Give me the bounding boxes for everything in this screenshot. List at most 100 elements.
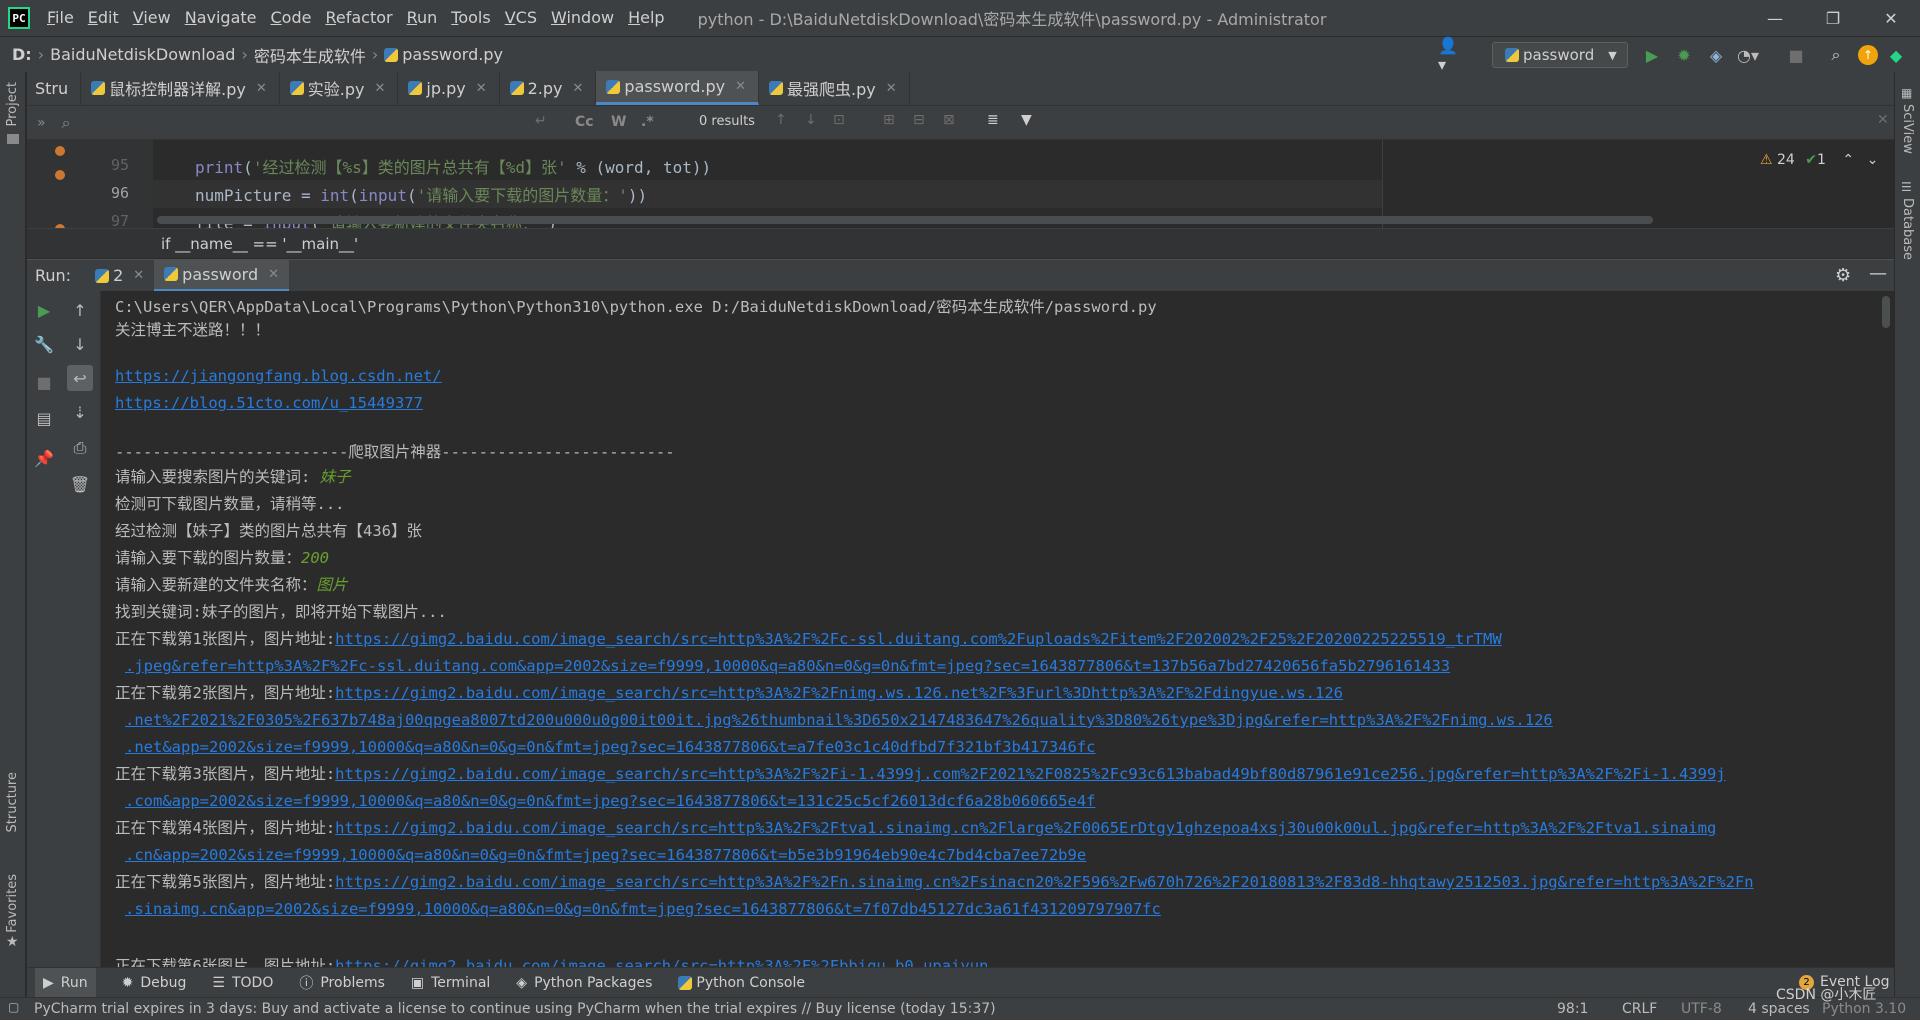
download-link[interactable]: .net&app=2002&size=f9999,10000&q=a80&n=0… <box>125 736 1096 758</box>
profile-icon[interactable]: ◔▾ <box>1737 45 1759 65</box>
menu-window[interactable]: Window <box>544 0 621 36</box>
close-icon[interactable]: ✕ <box>886 81 897 96</box>
download-link[interactable]: .cn&app=2002&size=f9999,10000&q=a80&n=0&… <box>125 844 1086 866</box>
wrench-icon[interactable]: 🔧 <box>33 333 55 355</box>
breakpoint-icon[interactable] <box>55 146 65 156</box>
breakpoint-icon[interactable] <box>55 170 65 180</box>
minimize-button[interactable]: — <box>1746 0 1804 36</box>
console-link[interactable]: https://blog.51cto.com/u_15449377 <box>115 392 423 414</box>
add-occurrence-icon[interactable]: ⊞ <box>883 112 895 128</box>
gear-icon[interactable]: ⚙ <box>1835 265 1851 286</box>
menu-vcs[interactable]: VCS <box>498 0 544 36</box>
menu-code[interactable]: Code <box>264 0 319 36</box>
update-icon[interactable]: ↑ <box>1858 45 1878 65</box>
breadcrumb-subfolder[interactable]: 密码本生成软件 <box>254 43 366 67</box>
console-scrollbar[interactable] <box>1882 296 1890 328</box>
find-input[interactable] <box>87 110 547 136</box>
structure-tool-button[interactable]: Structure <box>5 772 20 832</box>
stop-icon[interactable]: ■ <box>1786 45 1806 65</box>
select-occurrences-icon[interactable]: ⊠ <box>943 112 955 128</box>
debug-icon[interactable]: ✹ <box>1674 45 1694 65</box>
run-tool-button[interactable]: ▶ Run <box>35 967 96 998</box>
menu-navigate[interactable]: Navigate <box>178 0 264 36</box>
console-output[interactable]: C:\Users\QER\AppData\Local\Programs\Pyth… <box>102 291 1880 967</box>
download-link[interactable]: https://gimg2.baidu.com/image_search/src… <box>335 765 1725 783</box>
close-icon[interactable]: ✕ <box>573 81 584 96</box>
status-message[interactable]: PyCharm trial expires in 3 days: Buy and… <box>34 1001 996 1017</box>
favorites-tool-button[interactable]: Favorites <box>5 874 20 933</box>
user-icon[interactable]: 👤▾ <box>1438 36 1458 74</box>
print-icon[interactable]: ⎙ <box>69 437 91 459</box>
debug-tool-button[interactable]: ✹ Debug <box>122 975 187 991</box>
breadcrumb-file[interactable]: password.py <box>402 45 503 64</box>
tab-mouse-controller[interactable]: 鼠标控制器详解.py ✕ <box>81 71 280 105</box>
run-tab-password[interactable]: password ✕ <box>154 259 290 292</box>
close-icon[interactable]: ✕ <box>133 268 144 283</box>
jetbrains-icon[interactable]: ◆ <box>1886 45 1906 65</box>
coverage-icon[interactable]: ◈ <box>1706 45 1726 65</box>
run-configuration-select[interactable]: password ▼ <box>1492 42 1628 68</box>
python-console-tool-button[interactable]: Python Console <box>678 975 805 991</box>
close-icon[interactable]: ✕ <box>268 267 279 282</box>
menu-refactor[interactable]: Refactor <box>318 0 399 36</box>
hide-panel-icon[interactable]: — <box>1869 263 1887 284</box>
sciview-tool-button[interactable]: SciView <box>1900 104 1915 154</box>
search-icon[interactable]: ⌕ <box>1826 45 1846 65</box>
regex-button[interactable]: .* <box>641 114 654 130</box>
stop-icon[interactable]: ■ <box>33 371 55 393</box>
tab-password[interactable]: password.py ✕ <box>596 71 759 105</box>
tab-jp[interactable]: jp.py ✕ <box>398 71 500 105</box>
trash-icon[interactable]: 🗑 <box>69 473 91 495</box>
select-all-icon[interactable]: ⊡ <box>833 112 845 128</box>
python-packages-tool-button[interactable]: ◈ Python Packages <box>516 975 652 991</box>
close-icon[interactable]: ✕ <box>735 79 746 94</box>
menu-view[interactable]: View <box>126 0 178 36</box>
layout-icon[interactable]: ▤ <box>33 407 55 429</box>
code-editor[interactable]: 95 96 97 print('经过检测【%s】类的图片总共有【%d】张' % … <box>27 140 1894 228</box>
tab-experiment[interactable]: 实验.py ✕ <box>280 71 399 105</box>
match-case-button[interactable]: Cc <box>575 114 594 130</box>
download-link[interactable]: .sinaimg.cn&app=2002&size=f9999,10000&q=… <box>125 898 1161 920</box>
menu-run[interactable]: Run <box>400 0 445 36</box>
caret-position[interactable]: 98:1 <box>1557 1001 1588 1017</box>
breadcrumb-drive[interactable]: D: <box>12 45 32 64</box>
console-link[interactable]: https://jiangongfang.blog.csdn.net/ <box>115 365 442 387</box>
close-icon[interactable]: ✕ <box>476 81 487 96</box>
close-icon[interactable]: ✕ <box>375 81 386 96</box>
close-button[interactable]: ✕ <box>1862 0 1920 36</box>
close-icon[interactable]: ✕ <box>256 81 267 96</box>
remove-occurrence-icon[interactable]: ⊟ <box>913 112 925 128</box>
horizontal-scrollbar[interactable] <box>157 216 1653 224</box>
arrow-down-icon[interactable]: ↓ <box>805 112 817 128</box>
chevron-down-icon[interactable]: ⌄ <box>1867 152 1879 168</box>
new-line-icon[interactable]: ↵ <box>535 113 547 129</box>
close-icon[interactable]: ✕ <box>1877 112 1889 128</box>
run-tab-2[interactable]: 2 ✕ <box>85 260 154 292</box>
menu-edit[interactable]: Edit <box>81 0 126 36</box>
download-link[interactable]: .net%2F2021%2F0305%2F637b748aj00qpgea800… <box>125 709 1553 731</box>
rerun-icon[interactable]: ▶ <box>33 299 55 321</box>
arrow-up-icon[interactable]: ↑ <box>69 299 91 321</box>
file-encoding[interactable]: UTF-8 <box>1681 1001 1722 1017</box>
project-tool-button[interactable]: Project <box>5 82 20 126</box>
filter-options-icon[interactable]: ≣ <box>987 112 999 128</box>
run-icon[interactable]: ▶ <box>1642 45 1662 65</box>
menu-tools[interactable]: Tools <box>444 0 497 36</box>
code-breadcrumb[interactable]: if __name__ == '__main__' <box>27 228 1894 258</box>
status-toggle-icon[interactable]: ▢ <box>8 1000 19 1014</box>
download-link[interactable]: .com&app=2002&size=f9999,10000&q=a80&n=0… <box>125 790 1096 812</box>
restore-button[interactable]: ❐ <box>1804 0 1862 36</box>
database-tool-button[interactable]: Database <box>1900 198 1915 260</box>
download-link[interactable]: https://gimg2.baidu.com/image_search/src… <box>335 684 1343 702</box>
todo-tool-button[interactable]: ☰ TODO <box>212 975 273 991</box>
line-separator[interactable]: CRLF <box>1622 1001 1657 1017</box>
terminal-tool-button[interactable]: ▣ Terminal <box>411 975 490 991</box>
structure-tab-stub[interactable]: Stru <box>27 71 82 105</box>
problems-tool-button[interactable]: ⓘ Problems <box>299 973 385 993</box>
soft-wrap-icon[interactable]: ↩ <box>67 365 93 391</box>
arrow-up-icon[interactable]: ↑ <box>775 112 787 128</box>
pin-icon[interactable]: 📌 <box>33 447 55 469</box>
arrow-down-icon[interactable]: ↓ <box>69 333 91 355</box>
menu-help[interactable]: Help <box>621 0 671 36</box>
tab-2[interactable]: 2.py ✕ <box>500 71 597 105</box>
